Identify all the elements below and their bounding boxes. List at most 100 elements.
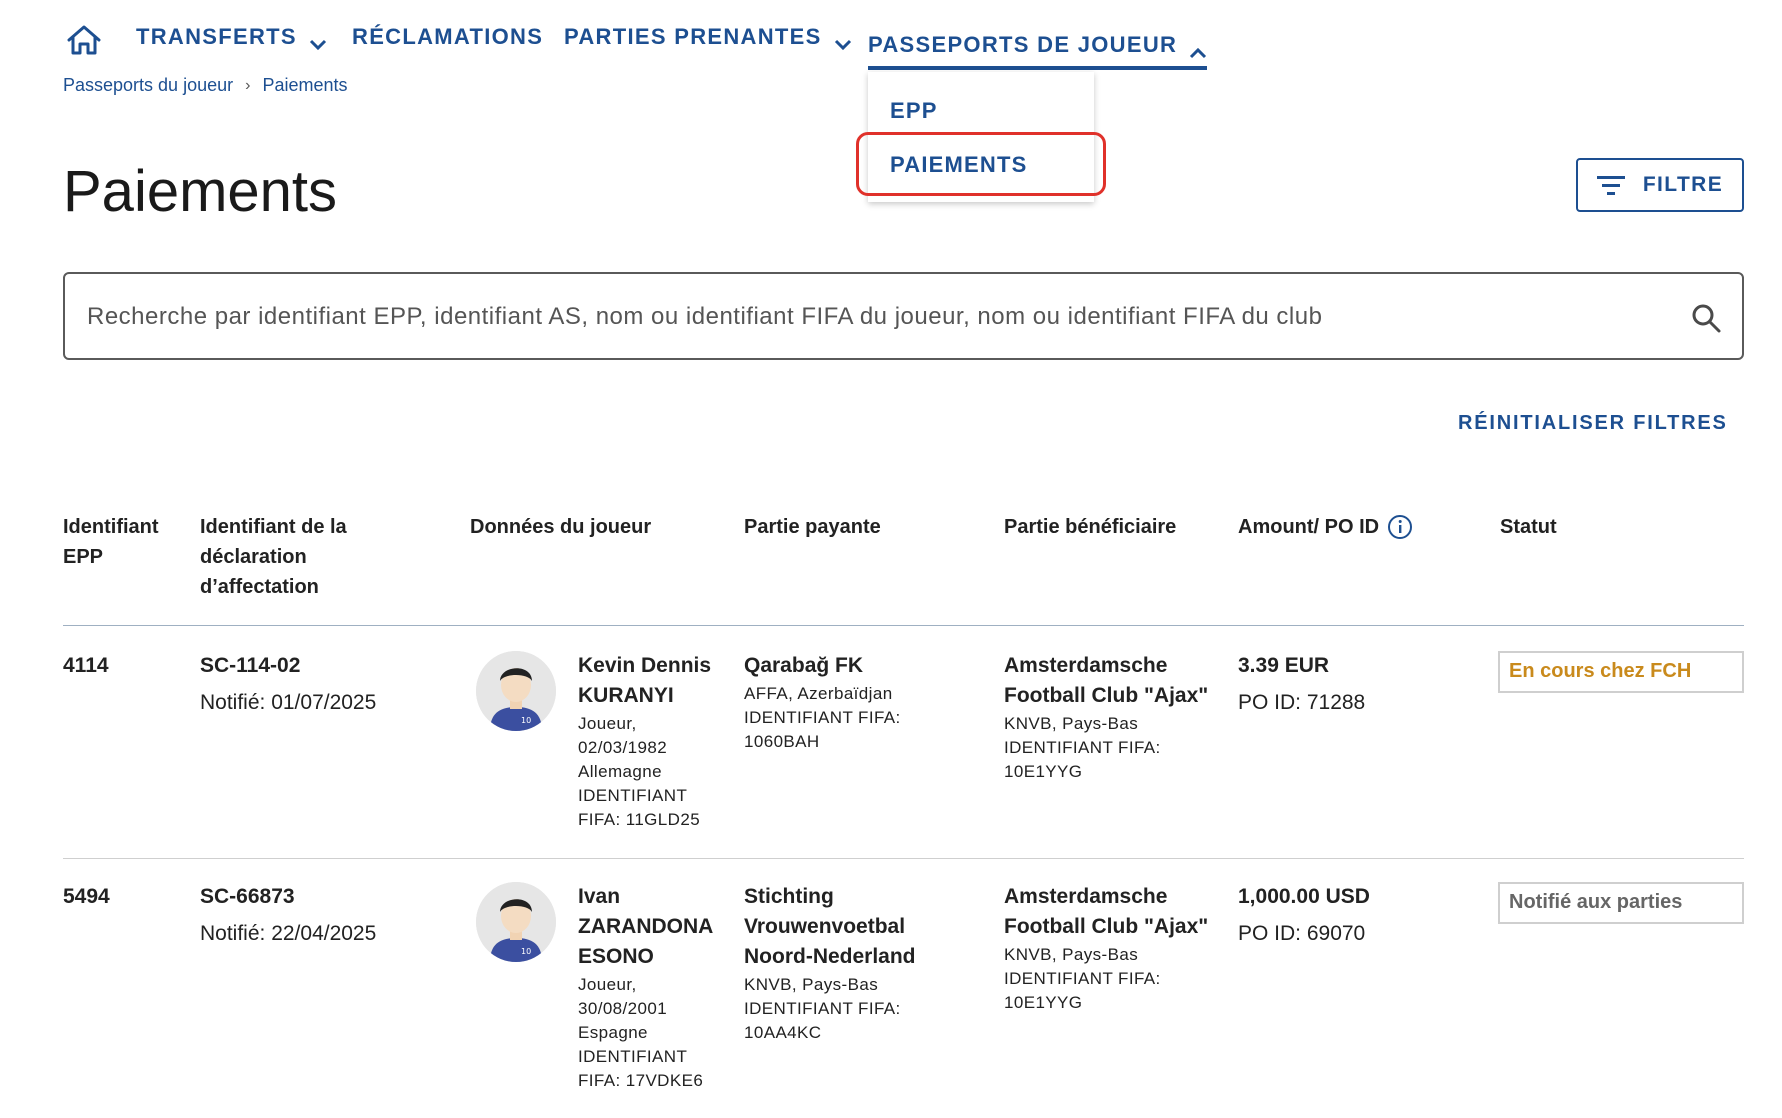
header-epp-id: Identifiant EPP [63, 512, 159, 572]
payer-fifa-label: IDENTIFIANT FIFA: [744, 708, 901, 727]
dropdown-item-epp[interactable]: EPP [890, 98, 938, 124]
player-dob: 30/08/2001 [578, 999, 668, 1018]
nav-transferts[interactable]: TRANSFERTS [136, 24, 327, 51]
breadcrumb: Passeports du joueur › Paiements [63, 75, 347, 96]
nav-reclamations-label: RÉCLAMATIONS [352, 24, 544, 49]
search-input[interactable] [87, 300, 1647, 334]
player-name-line1: Kevin Dennis [578, 654, 712, 677]
top-navigation: TRANSFERTS RÉCLAMATIONS PARTIES PRENANTE… [0, 0, 1782, 82]
nav-passeports-de-joueur[interactable]: PASSEPORTS DE JOUEUR [868, 24, 1208, 70]
payer-name: Qarabağ FK [744, 654, 864, 677]
nav-passeports-label: PASSEPORTS DE JOUEUR [868, 32, 1178, 57]
nav-parties-prenantes[interactable]: PARTIES PRENANTES [564, 24, 852, 51]
epp-id: 4114 [63, 654, 109, 677]
header-decl-line1: Identifiant de la [200, 516, 347, 538]
chevron-down-icon [834, 31, 852, 51]
beneficiary-details: KNVB, Pays-Bas IDENTIFIANT FIFA: 10E1YYG [1004, 943, 1161, 1015]
beneficiary-name: Amsterdamsche Football Club "Ajax" [1004, 651, 1208, 711]
player-country: Espagne [578, 1023, 648, 1042]
beneficiary-fifa-id: 10E1YYG [1004, 993, 1083, 1012]
payer-name-line1: Stichting [744, 885, 834, 908]
highlight-annotation [856, 132, 1106, 196]
info-icon[interactable] [1387, 514, 1413, 540]
header-player-data: Données du joueur [470, 516, 652, 538]
player-fifa-label: IDENTIFIANT [578, 1047, 688, 1066]
player-fifa-label: IDENTIFIANT [578, 786, 688, 805]
status-badge: En cours chez FCH [1498, 651, 1744, 693]
header-beneficiary: Partie bénéficiaire [1004, 516, 1177, 538]
chevron-right-icon: › [245, 76, 251, 94]
payer-fifa-id: 1060BAH [744, 732, 820, 751]
header-decl-line3: d’affectation [200, 576, 319, 598]
beneficiary-fifa-label: IDENTIFIANT FIFA: [1004, 738, 1161, 757]
nav-reclamations[interactable]: RÉCLAMATIONS [352, 24, 543, 50]
page-title: Paiements [63, 159, 338, 224]
row-divider [63, 858, 1744, 859]
search-field [63, 272, 1744, 360]
player-name-line1: Ivan [578, 885, 621, 908]
amount: 1,000.00 USD [1238, 885, 1370, 908]
player-fifa-id: FIFA: 11GLD25 [578, 810, 701, 829]
player-name-line2: ZARANDONA [578, 915, 714, 938]
payer-association: KNVB, Pays-Bas [744, 975, 879, 994]
payer-name-line3: Noord-Nederland [744, 945, 916, 968]
po-id: PO ID: 69070 [1238, 922, 1366, 945]
header-epp-line2: EPP [63, 546, 104, 568]
payer-name-line2: Vrouwenvoetbal [744, 915, 906, 938]
header-epp-line1: Identifiant [63, 516, 159, 538]
status-badge: Notifié aux parties [1498, 882, 1744, 924]
filter-button[interactable]: FILTRE [1576, 158, 1744, 212]
jersey-number: 10 [521, 716, 531, 725]
player-name-line2: KURANYI [578, 684, 674, 707]
nav-transferts-label: TRANSFERTS [136, 24, 297, 49]
beneficiary-association: KNVB, Pays-Bas [1004, 714, 1139, 733]
player-details: Joueur, 02/03/1982 Allemagne IDENTIFIANT… [578, 712, 700, 832]
payer-details: AFFA, Azerbaïdjan IDENTIFIANT FIFA: 1060… [744, 682, 901, 754]
beneficiary-details: KNVB, Pays-Bas IDENTIFIANT FIFA: 10E1YYG [1004, 712, 1161, 784]
jersey-number: 10 [521, 947, 531, 956]
filter-button-label: FILTRE [1642, 173, 1724, 196]
player-role: Joueur, [578, 714, 637, 733]
declaration-id: SC-114-02 [200, 654, 301, 677]
player-avatar-icon: 10 [476, 651, 556, 731]
header-amount-label: Amount/ PO ID [1238, 516, 1380, 538]
search-icon[interactable] [1690, 302, 1722, 334]
player-name: Kevin Dennis KURANYI [578, 651, 711, 711]
beneficiary-association: KNVB, Pays-Bas [1004, 945, 1139, 964]
amount: 3.39 EUR [1238, 654, 1330, 677]
beneficiary-name-line1: Amsterdamsche [1004, 654, 1168, 677]
reset-filters-link[interactable]: RÉINITIALISER FILTRES [1458, 412, 1728, 435]
payer-fifa-label: IDENTIFIANT FIFA: [744, 999, 901, 1018]
nav-parties-prenantes-label: PARTIES PRENANTES [564, 24, 822, 49]
player-details: Joueur, 30/08/2001 Espagne IDENTIFIANT F… [578, 973, 703, 1093]
declaration-id: SC-66873 [200, 885, 295, 908]
beneficiary-name: Amsterdamsche Football Club "Ajax" [1004, 882, 1208, 942]
header-declaration-id: Identifiant de la déclaration d’affectat… [200, 512, 347, 602]
epp-id: 5494 [63, 885, 110, 908]
payer-name: Stichting Vrouwenvoetbal Noord-Nederland [744, 882, 916, 972]
header-amount: Amount/ PO ID [1238, 512, 1413, 542]
filter-lines-icon [1596, 176, 1625, 195]
breadcrumb-current: Paiements [262, 75, 348, 95]
beneficiary-fifa-label: IDENTIFIANT FIFA: [1004, 969, 1161, 988]
chevron-up-icon [1189, 39, 1207, 59]
player-country: Allemagne [578, 762, 662, 781]
po-id: PO ID: 71288 [1238, 691, 1366, 714]
beneficiary-name-line2: Football Club "Ajax" [1004, 684, 1209, 707]
table-header-divider [63, 625, 1744, 626]
player-fifa-id: FIFA: 17VDKE6 [578, 1071, 704, 1090]
home-icon[interactable] [66, 24, 102, 56]
header-status: Statut [1500, 516, 1557, 538]
chevron-down-icon [309, 31, 327, 51]
breadcrumb-parent-link[interactable]: Passeports du joueur [63, 75, 233, 96]
payer-association: AFFA, Azerbaïdjan [744, 684, 893, 703]
player-name: Ivan ZARANDONA ESONO [578, 882, 713, 972]
payer-details: KNVB, Pays-Bas IDENTIFIANT FIFA: 10AA4KC [744, 973, 901, 1045]
player-avatar-icon: 10 [476, 882, 556, 962]
beneficiary-name-line2: Football Club "Ajax" [1004, 915, 1209, 938]
header-decl-line2: déclaration [200, 546, 307, 568]
beneficiary-fifa-id: 10E1YYG [1004, 762, 1083, 781]
player-name-line3: ESONO [578, 945, 654, 968]
player-dob: 02/03/1982 [578, 738, 668, 757]
header-payer: Partie payante [744, 516, 881, 538]
